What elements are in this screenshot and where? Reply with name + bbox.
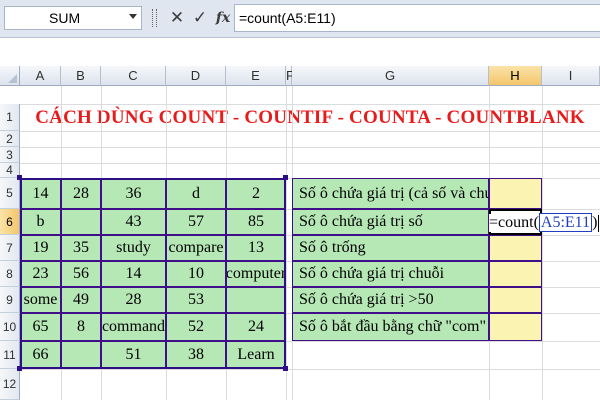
column-header-h[interactable]: H [489, 66, 542, 86]
table-cell[interactable]: 14 [20, 178, 61, 209]
table-cell[interactable]: 10 [166, 261, 226, 287]
worksheet-grid: CÁCH DÙNG COUNT - COUNTIF - COUNTA - COU… [0, 66, 600, 400]
row-header-5[interactable]: 5 [0, 178, 20, 209]
select-all-corner[interactable] [0, 66, 20, 86]
table-cell[interactable]: 49 [61, 287, 101, 313]
table-cell[interactable] [61, 341, 101, 369]
row-header-10[interactable]: 10 [0, 313, 20, 341]
table-cell[interactable]: computer [226, 261, 286, 287]
table-cell[interactable] [226, 287, 286, 313]
result-cell[interactable] [489, 287, 542, 313]
table-cell[interactable]: some [20, 287, 61, 313]
table-cell[interactable]: study [101, 235, 166, 261]
criteria-label[interactable]: Số ô bắt đầu bằng chữ "com" [292, 313, 489, 341]
table-cell[interactable]: 85 [226, 209, 286, 235]
table-cell[interactable]: 8 [61, 313, 101, 341]
table-cell[interactable]: 13 [226, 235, 286, 261]
table-cell[interactable]: 65 [20, 313, 61, 341]
table-cell[interactable]: 24 [226, 313, 286, 341]
formula-input[interactable]: =count(A5:E11) [234, 4, 600, 32]
cell-formula-text[interactable]: =count(A5:E11) [489, 213, 600, 232]
result-cell[interactable] [489, 261, 542, 287]
formula-prefix: =count( [489, 214, 539, 231]
result-cell[interactable] [489, 235, 542, 261]
row-header-7[interactable]: 7 [0, 235, 20, 261]
column-header-c[interactable]: C [101, 66, 166, 86]
criteria-label[interactable]: Số ô trống [292, 235, 489, 261]
row-header-9[interactable]: 9 [0, 287, 20, 313]
table-cell[interactable]: 23 [20, 261, 61, 287]
table-cell[interactable]: 43 [101, 209, 166, 235]
table-cell[interactable]: compare [166, 235, 226, 261]
row-header-8[interactable]: 8 [0, 261, 20, 287]
column-header-e[interactable]: E [226, 66, 286, 86]
name-box-value: SUM [49, 10, 81, 26]
gridline-horizontal [20, 369, 600, 370]
formula-suffix: ) [592, 214, 598, 231]
result-cell[interactable] [489, 178, 542, 209]
formula-bar: SUM ✕ ✓ fx =count(A5:E11) [0, 0, 600, 38]
cancel-icon[interactable]: ✕ [166, 6, 188, 30]
criteria-label[interactable]: Số ô chứa giá trị (cả số và chuỗi) [292, 178, 489, 209]
chevron-down-icon[interactable] [129, 14, 137, 19]
table-cell[interactable]: 14 [101, 261, 166, 287]
result-cell[interactable] [489, 313, 542, 341]
row-header-12[interactable]: 12 [0, 369, 20, 400]
row-header-6[interactable]: 6 [0, 209, 20, 235]
gridline-horizontal [20, 131, 600, 132]
formula-bar-splitter[interactable] [152, 9, 157, 27]
range-resize-handle[interactable] [283, 175, 288, 180]
table-cell[interactable]: 51 [101, 341, 166, 369]
row-header-2[interactable]: 2 [0, 131, 20, 147]
formula-range-reference: A5:E11 [538, 213, 593, 232]
select-all-icon [8, 74, 17, 83]
active-edit-cell[interactable]: =count(A5:E11) [489, 209, 600, 235]
table-cell[interactable]: 28 [61, 178, 101, 209]
gridline-horizontal [20, 147, 600, 148]
name-box[interactable]: SUM [4, 6, 142, 30]
table-cell[interactable]: 56 [61, 261, 101, 287]
row-header-1[interactable]: 1 [0, 104, 20, 131]
range-resize-handle[interactable] [17, 366, 22, 371]
table-cell[interactable]: 35 [61, 235, 101, 261]
gridline-horizontal [20, 104, 600, 105]
table-cell[interactable]: 2 [226, 178, 286, 209]
table-cell[interactable]: 38 [166, 341, 226, 369]
column-header-d[interactable]: D [166, 66, 226, 86]
criteria-label[interactable]: Số ô chứa giá trị chuỗi [292, 261, 489, 287]
table-cell[interactable]: 36 [101, 178, 166, 209]
gridline-vertical [542, 86, 543, 400]
insert-function-icon[interactable]: fx [212, 6, 234, 30]
column-header-a[interactable]: A [20, 66, 61, 86]
criteria-label[interactable]: Số ô chứa giá trị >50 [292, 287, 489, 313]
column-header-i[interactable]: I [542, 66, 600, 86]
gridline-vertical [286, 86, 287, 400]
table-cell[interactable]: 19 [20, 235, 61, 261]
table-cell[interactable]: 28 [101, 287, 166, 313]
table-cell[interactable]: 66 [20, 341, 61, 369]
table-cell[interactable]: Learn [226, 341, 286, 369]
table-cell[interactable]: 52 [166, 313, 226, 341]
sheet-title: CÁCH DÙNG COUNT - COUNTIF - COUNTA - COU… [35, 107, 585, 128]
table-cell[interactable]: d [166, 178, 226, 209]
enter-icon[interactable]: ✓ [189, 6, 211, 30]
table-cell[interactable]: command [101, 313, 166, 341]
table-cell[interactable] [61, 209, 101, 235]
row-header-3[interactable]: 3 [0, 147, 20, 163]
column-header-b[interactable]: B [61, 66, 101, 86]
column-header-g[interactable]: G [292, 66, 489, 86]
table-cell[interactable]: 57 [166, 209, 226, 235]
ribbon-gap [0, 38, 600, 66]
table-cell[interactable]: b [20, 209, 61, 235]
table-cell[interactable]: 53 [166, 287, 226, 313]
range-resize-handle[interactable] [283, 366, 288, 371]
range-resize-handle[interactable] [17, 175, 22, 180]
text-cursor [598, 214, 600, 232]
gridline-horizontal [20, 163, 600, 164]
row-header-11[interactable]: 11 [0, 341, 20, 369]
criteria-label[interactable]: Số ô chứa giá trị số [292, 209, 489, 235]
